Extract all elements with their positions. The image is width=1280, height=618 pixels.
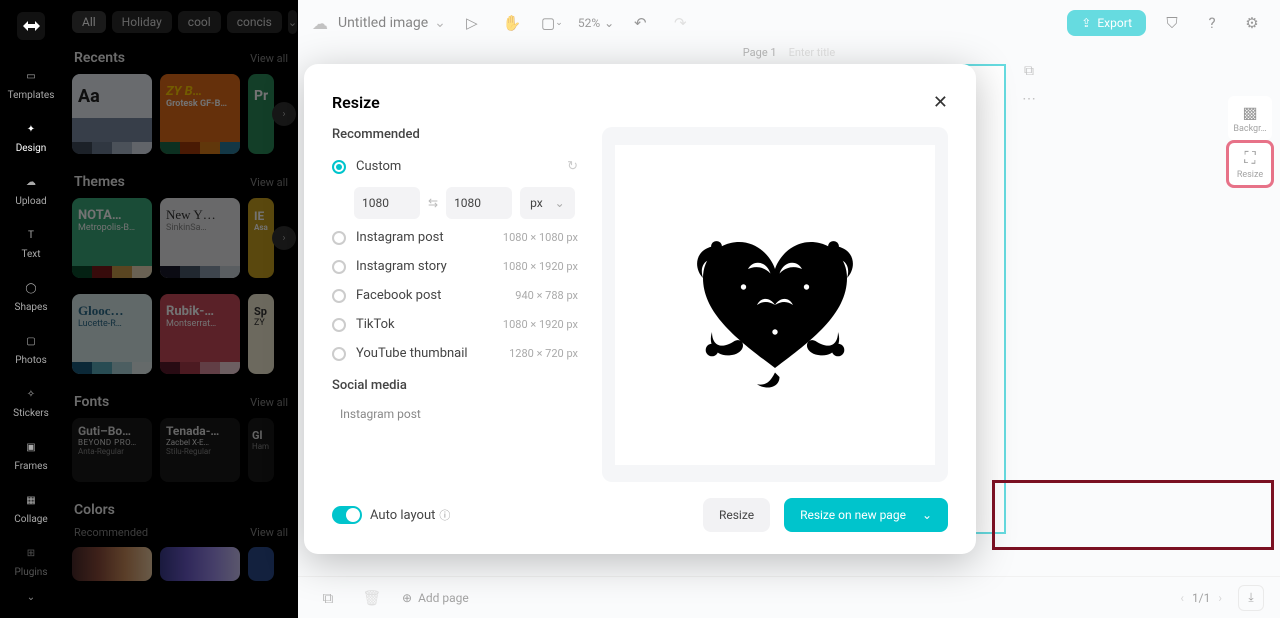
option-instagram-post[interactable]: Instagram post1080 × 1080 px bbox=[332, 223, 578, 252]
nav-templates[interactable]: ▭Templates bbox=[0, 58, 62, 111]
chip-cool[interactable]: cool bbox=[178, 11, 221, 33]
design-icon: ✦ bbox=[21, 119, 41, 139]
color-card[interactable] bbox=[248, 547, 274, 581]
chip-more[interactable]: ⌄ bbox=[288, 10, 297, 34]
unit-select[interactable]: px⌄ bbox=[520, 187, 575, 219]
nav-collage[interactable]: ▦Collage bbox=[0, 482, 62, 535]
option-facebook-post[interactable]: Facebook post940 × 788 px bbox=[332, 281, 578, 310]
chip-concise[interactable]: concis bbox=[227, 11, 282, 33]
radio-icon bbox=[332, 160, 346, 174]
section-fonts-title: Fonts bbox=[74, 394, 109, 410]
chevron-right-icon: › bbox=[282, 233, 285, 244]
nav-upload[interactable]: ☁Upload bbox=[0, 164, 62, 217]
nav-design[interactable]: ✦Design bbox=[0, 111, 62, 164]
resize-dialog: Resize ✕ Recommended Custom ↻ ⇆ px⌄ Inst… bbox=[304, 64, 976, 554]
nav-more[interactable]: ⌄ bbox=[27, 592, 35, 603]
theme-card[interactable]: IE Asa bbox=[248, 198, 274, 278]
plugins-icon: ⊞ bbox=[21, 543, 41, 563]
font-card[interactable]: Gl Ham bbox=[248, 418, 274, 482]
chevron-down-icon: ⌄ bbox=[288, 16, 297, 29]
theme-card[interactable]: Rubik-… Montserrat… bbox=[160, 294, 240, 374]
color-card[interactable] bbox=[72, 547, 152, 581]
auto-layout-toggle[interactable] bbox=[332, 506, 362, 524]
radio-icon bbox=[332, 318, 346, 332]
chip-holiday[interactable]: Holiday bbox=[112, 11, 172, 33]
chevron-down-icon: ⌄ bbox=[922, 508, 932, 522]
row-next-button[interactable]: › bbox=[272, 226, 296, 250]
colors-viewall[interactable]: View all bbox=[250, 526, 288, 539]
shapes-icon: ◯ bbox=[21, 278, 41, 298]
nav-photos[interactable]: ▢Photos bbox=[0, 323, 62, 376]
option-tiktok[interactable]: TikTok1080 × 1920 px bbox=[332, 310, 578, 339]
nav-frames[interactable]: ▣Frames bbox=[0, 429, 62, 482]
radio-icon bbox=[332, 260, 346, 274]
height-input[interactable] bbox=[446, 187, 512, 219]
width-input[interactable] bbox=[354, 187, 420, 219]
font-card[interactable]: Guti–Bo… BEYOND PRO… Anta-Regular bbox=[72, 418, 152, 482]
radio-icon bbox=[332, 347, 346, 361]
design-panel: All Holiday cool concis ⌄ Recents View al… bbox=[62, 0, 298, 618]
recent-card[interactable]: Pr bbox=[248, 74, 274, 154]
preview-artwork bbox=[685, 215, 865, 395]
radio-icon bbox=[332, 289, 346, 303]
resize-preview bbox=[602, 127, 948, 482]
fonts-viewall[interactable]: View all bbox=[250, 396, 288, 409]
recommended-heading: Recommended bbox=[332, 127, 578, 142]
theme-card[interactable]: New Y… SinkinSa… bbox=[160, 198, 240, 278]
nav-shapes[interactable]: ◯Shapes bbox=[0, 270, 62, 323]
recents-viewall[interactable]: View all bbox=[250, 52, 288, 65]
option-custom[interactable]: Custom ↻ bbox=[332, 152, 578, 181]
nav-plugins[interactable]: ⊞Plugins bbox=[0, 535, 62, 588]
social-media-heading: Social media bbox=[332, 378, 578, 393]
close-button[interactable]: ✕ bbox=[933, 92, 948, 113]
info-icon[interactable]: ⓘ bbox=[439, 507, 450, 523]
auto-layout-label: Auto layoutⓘ bbox=[370, 507, 450, 523]
theme-card[interactable]: Glooc… Lucette-R… bbox=[72, 294, 152, 374]
themes-viewall[interactable]: View all bbox=[250, 176, 288, 189]
app-logo[interactable] bbox=[13, 8, 49, 44]
social-instagram-post[interactable]: Instagram post bbox=[332, 403, 578, 425]
nav-stickers[interactable]: ✧Stickers bbox=[0, 376, 62, 429]
chip-all[interactable]: All bbox=[72, 11, 106, 33]
reset-icon[interactable]: ↻ bbox=[567, 159, 578, 174]
radio-icon bbox=[332, 231, 346, 245]
upload-icon: ☁ bbox=[21, 172, 41, 192]
resize-new-page-button[interactable]: Resize on new page⌄ bbox=[784, 498, 948, 532]
left-nav: ▭Templates ✦Design ☁Upload TText ◯Shapes… bbox=[0, 0, 62, 618]
photos-icon: ▢ bbox=[21, 331, 41, 351]
close-icon: ✕ bbox=[933, 92, 948, 113]
text-icon: T bbox=[21, 225, 41, 245]
option-youtube-thumb[interactable]: YouTube thumbnail1280 × 720 px bbox=[332, 339, 578, 368]
chevron-down-icon: ⌄ bbox=[555, 196, 565, 210]
recent-card[interactable]: Aa bbox=[72, 74, 152, 154]
option-instagram-story[interactable]: Instagram story1080 × 1920 px bbox=[332, 252, 578, 281]
frames-icon: ▣ bbox=[21, 437, 41, 457]
chevron-right-icon: › bbox=[282, 109, 285, 120]
colors-recommended-label: Recommended bbox=[74, 526, 148, 539]
recent-card[interactable]: ZY B… Grotesk GF-B… bbox=[160, 74, 240, 154]
row-next-button[interactable]: › bbox=[272, 102, 296, 126]
templates-icon: ▭ bbox=[21, 66, 41, 86]
link-dimensions-icon[interactable]: ⇆ bbox=[428, 196, 438, 210]
theme-card[interactable]: NOTA… Metropolis-B… bbox=[72, 198, 152, 278]
section-recents-title: Recents bbox=[74, 50, 125, 66]
font-card[interactable]: Tenada-… Zacbel X-E… Stilu-Regular bbox=[160, 418, 240, 482]
collage-icon: ▦ bbox=[21, 490, 41, 510]
theme-card[interactable]: SpZY bbox=[248, 294, 274, 374]
nav-text[interactable]: TText bbox=[0, 217, 62, 270]
section-themes-title: Themes bbox=[74, 174, 125, 190]
section-colors-title: Colors bbox=[74, 502, 115, 518]
dialog-title: Resize bbox=[332, 93, 380, 112]
resize-button[interactable]: Resize bbox=[703, 498, 770, 532]
stickers-icon: ✧ bbox=[21, 384, 41, 404]
color-card[interactable] bbox=[160, 547, 240, 581]
